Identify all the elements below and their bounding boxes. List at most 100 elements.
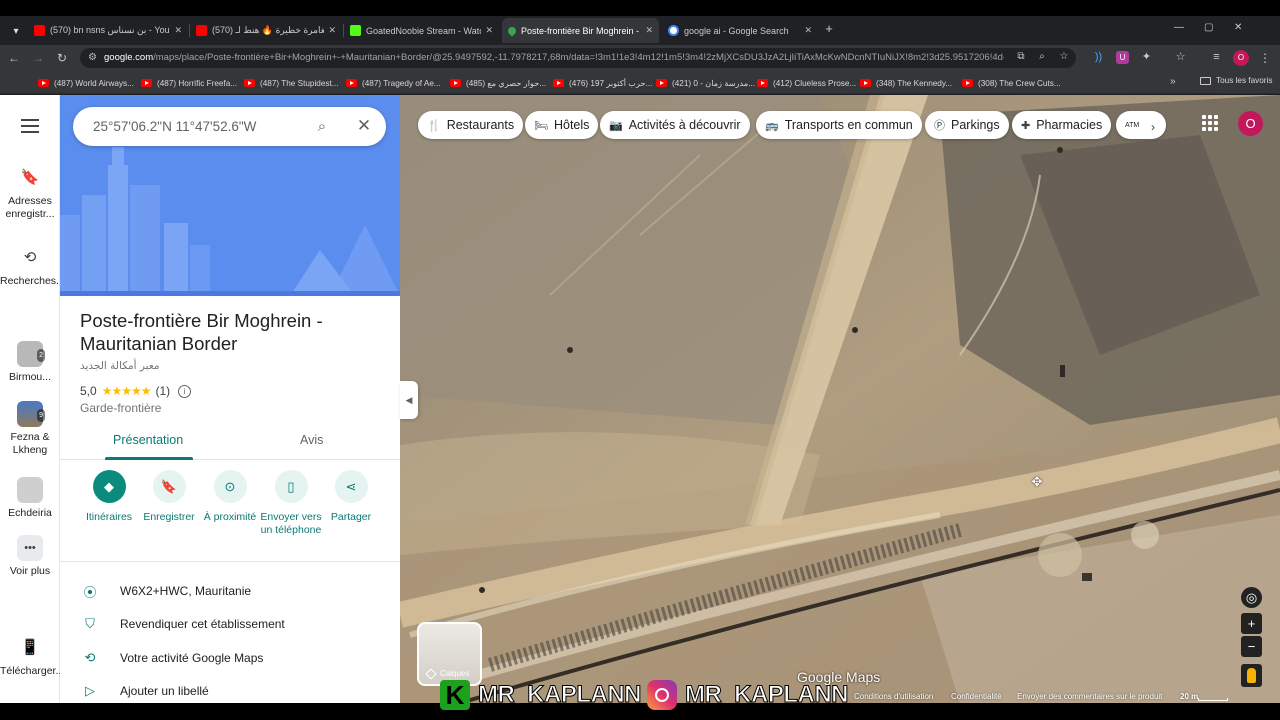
profile-avatar[interactable]: O <box>1233 50 1249 66</box>
recents-button[interactable]: ⟲ Recherches... <box>0 245 65 288</box>
bookmark-item[interactable]: (412) Clueless Prose... <box>757 76 856 90</box>
chip-activities[interactable]: 📷 Activités à découvrir <box>600 111 750 139</box>
claim-business-row[interactable]: ⛉ Revendiquer cet établissement <box>80 614 285 634</box>
google-apps-icon[interactable] <box>1202 115 1218 131</box>
recent-place-fezna[interactable]: 9 Fezna & Lkheng <box>0 401 60 457</box>
close-icon[interactable]: ✕ <box>645 25 653 36</box>
zoom-icon[interactable]: ⌕ <box>1035 50 1049 64</box>
bookmark-star-icon[interactable]: ☆ <box>1057 50 1071 64</box>
tab-youtube-2[interactable]: (570) مغامرة خطيرة 🔥 هنط لـ ✕ <box>190 18 342 43</box>
all-bookmarks-button[interactable]: Tous les favoris <box>1200 76 1272 85</box>
privacy-link[interactable]: Confidentialité <box>951 692 1002 701</box>
tab-google-search[interactable]: google ai - Google Search ✕ <box>662 18 818 43</box>
send-to-phone-icon: ▯ <box>274 470 308 503</box>
tab-title: GoatedNoobie Stream - Watch <box>366 25 482 36</box>
nearby-button[interactable]: ⊙ À proximité <box>199 470 261 524</box>
streamer-watermark: K MR_KAPLANN MR_KAPLANN <box>440 680 854 710</box>
review-count[interactable]: (1) <box>155 384 170 398</box>
bookmark-item[interactable]: (487) Tragedy of Ae... <box>346 76 441 90</box>
chip-label: Restaurants <box>446 118 515 132</box>
plus-code-row[interactable]: ⦿ W6X2+HWC, Mauritanie <box>80 581 251 601</box>
bookmark-item[interactable]: (487) Horrific Freefa... <box>141 76 237 90</box>
bookmarks-overflow-button[interactable]: » <box>1170 76 1176 87</box>
install-app-icon[interactable]: ⧉ <box>1014 50 1028 64</box>
close-icon[interactable]: ✕ <box>328 25 336 36</box>
send-to-phone-button[interactable]: ▯ Envoyer vers un téléphone <box>260 470 322 537</box>
tab-search-icon[interactable]: ▾ <box>6 21 26 41</box>
bookmark-item[interactable]: (421) مدرسة زمان - 0... <box>656 76 755 90</box>
pegman-icon[interactable] <box>1241 664 1262 687</box>
user-avatar[interactable]: O <box>1238 111 1263 136</box>
save-button[interactable]: 🔖 Enregistrer <box>138 470 200 524</box>
tab-overview[interactable]: Présentation <box>113 433 183 447</box>
extension-icon[interactable]: U <box>1116 51 1129 64</box>
star-rating-icon: ★★★★★ <box>101 384 152 398</box>
plus-code: W6X2+HWC, Mauritanie <box>120 584 252 598</box>
forward-icon[interactable]: → <box>30 49 46 67</box>
close-window-icon[interactable]: ✕ <box>1234 22 1242 33</box>
collapse-panel-button[interactable]: ◀ <box>400 381 418 419</box>
maximize-icon[interactable]: ▢ <box>1204 22 1213 33</box>
terms-link[interactable]: Conditions d'utilisation <box>854 692 933 701</box>
saved-places-button[interactable]: 🔖 Adresses enregistr... <box>0 165 60 221</box>
close-icon[interactable]: ✕ <box>353 115 375 137</box>
recent-place-birmou[interactable]: 2 Birmou... <box>0 341 60 384</box>
chip-pharmacies[interactable]: ✚ Pharmacies <box>1012 111 1112 139</box>
reading-list-icon[interactable]: ☆ <box>1174 51 1187 64</box>
menu-icon[interactable] <box>21 119 39 133</box>
new-tab-button[interactable]: + <box>822 21 836 37</box>
directions-button[interactable]: ◆ Itinéraires <box>78 470 140 524</box>
place-category[interactable]: Garde-frontière <box>80 401 161 415</box>
zoom-in-button[interactable]: + <box>1241 613 1262 634</box>
extensions-puzzle-icon[interactable]: ✦ <box>1140 51 1153 64</box>
close-icon[interactable]: ✕ <box>174 25 182 36</box>
download-app-button[interactable]: 📱 Télécharger... <box>0 635 64 678</box>
back-icon[interactable]: ← <box>6 49 22 67</box>
tab-kick[interactable]: GoatedNoobie Stream - Watch ✕ <box>344 18 499 43</box>
minimize-icon[interactable]: — <box>1174 22 1184 33</box>
tab-title: (570) مغامرة خطيرة 🔥 هنط لـ <box>212 25 325 35</box>
search-input[interactable]: 25°57'06.2"N 11°47'52.6"W <box>93 119 303 135</box>
media-icon[interactable]: ≡ <box>1210 51 1223 64</box>
layers-button[interactable]: Calques <box>417 622 482 686</box>
satellite-map[interactable] <box>400 95 1280 703</box>
extension-icon[interactable]: )) <box>1092 51 1105 64</box>
reload-icon[interactable]: ↻ <box>54 49 70 67</box>
tab-reviews[interactable]: Avis <box>300 433 323 447</box>
scale-label[interactable]: 20 m <box>1180 692 1198 701</box>
search-box[interactable]: 25°57'06.2"N 11°47'52.6"W ⌕ ✕ <box>73 107 386 146</box>
chip-hotels[interactable]: 🛏 Hôtels <box>525 111 599 139</box>
chip-transit[interactable]: 🚌 Transports en commun <box>756 111 922 139</box>
bookmark-item[interactable]: (476) حرب أكتوبر 197... <box>553 76 652 90</box>
zoom-out-button[interactable]: − <box>1241 636 1262 657</box>
search-icon[interactable]: ⌕ <box>311 116 333 138</box>
my-location-icon[interactable]: ◎ <box>1241 587 1262 608</box>
bookmark-icon: 🔖 <box>152 470 186 503</box>
info-icon[interactable]: i <box>178 384 192 398</box>
tab-google-maps[interactable]: Poste-frontière Bir Moghrein - Google Ma… <box>502 18 659 43</box>
close-icon[interactable]: ✕ <box>804 25 812 36</box>
instagram-logo <box>647 680 677 710</box>
site-info-icon[interactable]: ⚙ <box>86 51 99 64</box>
add-label-row[interactable]: ▷ Ajouter un libellé <box>80 681 209 701</box>
bookmark-item[interactable]: (348) The Kennedy... <box>860 76 952 90</box>
bookmark-item[interactable]: (308) The Crew Cuts... <box>962 76 1061 90</box>
place-arabic-name: معبر أمكالة الجديد <box>80 360 160 372</box>
chevron-right-icon[interactable]: › <box>1143 117 1163 137</box>
see-more-button[interactable]: ••• Voir plus <box>0 535 60 578</box>
url-text[interactable]: google.com/maps/place/Poste-frontière+Bi… <box>104 52 1004 64</box>
chip-parking[interactable]: Ⓟ Parkings <box>925 111 1009 139</box>
chip-restaurants[interactable]: 🍴 Restaurants <box>418 111 524 139</box>
bookmark-item[interactable]: (485) حوار حصري مع... <box>450 76 546 90</box>
close-icon[interactable]: ✕ <box>485 25 493 36</box>
tab-youtube-1[interactable]: (570) bn nsns بن نسناس - YouTube ✕ <box>28 18 188 43</box>
bookmark-item[interactable]: (487) The Stupidest... <box>244 76 339 90</box>
share-button[interactable]: ⋖ Partager <box>320 470 382 524</box>
google-icon <box>668 25 679 36</box>
maps-activity-row[interactable]: ⟲ Votre activité Google Maps <box>80 648 264 668</box>
menu-dots-icon[interactable]: ⋮ <box>1259 50 1271 66</box>
feedback-link[interactable]: Envoyer des commentaires sur le produit <box>1017 692 1162 701</box>
url-path: /maps/place/Poste-frontière+Bir+Moghrein… <box>153 52 1004 63</box>
bookmark-item[interactable]: (487) World Airways... <box>38 76 134 90</box>
recent-place-echdeiria[interactable]: Echdeiria <box>0 477 60 520</box>
